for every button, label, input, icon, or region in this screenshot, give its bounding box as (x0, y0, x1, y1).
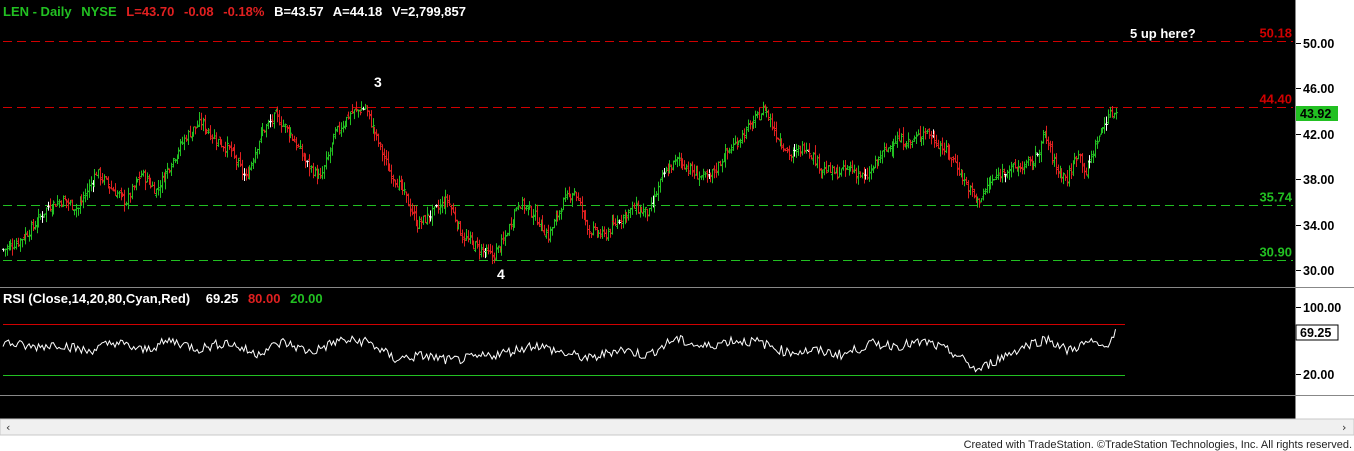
time-tick-label: Jul (428, 402, 446, 416)
price-tick-label: 38.00 (1303, 173, 1334, 187)
target-note: 5 up here? (1130, 26, 1196, 41)
time-tick-label: Oct (1077, 402, 1099, 416)
price-change-pct: -0.18% (223, 4, 265, 19)
bid-price: B=43.57 (274, 4, 324, 19)
volume: V=2,799,857 (392, 4, 466, 19)
ask-price: A=44.18 (333, 4, 383, 19)
price-tick-label: 30.00 (1303, 264, 1334, 278)
level-label-50.18: 50.18 (1259, 26, 1292, 41)
rsi-label: RSI (Close,14,20,80,Cyan,Red) (3, 291, 190, 306)
rsi-value: 69.25 (206, 291, 239, 306)
time-tick-label: Apr (811, 402, 833, 416)
level-label-30.90: 30.90 (1259, 245, 1292, 260)
price-axis-background (1295, 0, 1354, 419)
level-label-35.74: 35.74 (1259, 190, 1292, 205)
footer-credit: Created with TradeStation. ©TradeStation… (964, 439, 1352, 451)
exchange-label: NYSE (81, 4, 117, 19)
time-tick-label: Apr (299, 402, 321, 416)
wave-3-label: 3 (374, 74, 382, 90)
price-chart: LEN - Daily NYSE L=43.70 -0.08 -0.18% B=… (0, 0, 1354, 451)
price-tick-label: 34.00 (1303, 219, 1334, 233)
level-label-44.40: 44.40 (1259, 92, 1292, 107)
rsi-tick-label: 20.00 (1303, 368, 1334, 382)
time-tick-label: Oct (56, 402, 78, 416)
current-price-marker: 43.92 (1296, 106, 1338, 121)
current-price-label: 43.92 (1300, 107, 1331, 121)
price-tick-label: 42.00 (1303, 128, 1334, 142)
time-tick-label: '13 (180, 402, 197, 416)
rsi-current-label: 69.25 (1300, 326, 1331, 340)
symbol-label: LEN - Daily (3, 4, 72, 19)
time-tick-label: Jul (949, 402, 967, 416)
rsi-current-marker: 69.25 (1295, 324, 1339, 341)
horizontal-scrollbar[interactable]: ‹ › (0, 418, 1354, 436)
rsi-lower-label: 20.00 (290, 291, 323, 306)
price-change: -0.08 (184, 4, 214, 19)
last-price: L=43.70 (126, 4, 174, 19)
rsi-header: RSI (Close,14,20,80,Cyan,Red) 69.25 80.0… (3, 291, 323, 306)
rsi-upper-label: 80.00 (248, 291, 281, 306)
scroll-right-icon[interactable]: › (1342, 421, 1346, 434)
price-tick-label: 46.00 (1303, 82, 1334, 96)
rsi-tick-label: 100.00 (1303, 301, 1341, 315)
time-tick-label: '14 (686, 402, 703, 416)
wave-4-label: 4 (497, 266, 505, 282)
scroll-left-icon[interactable]: ‹ (6, 421, 10, 434)
time-tick-label: Oct (556, 402, 578, 416)
chart-header: LEN - Daily NYSE L=43.70 -0.08 -0.18% B=… (3, 4, 466, 19)
scrollbar-track[interactable] (0, 418, 1354, 436)
price-tick-label: 50.00 (1303, 37, 1334, 51)
